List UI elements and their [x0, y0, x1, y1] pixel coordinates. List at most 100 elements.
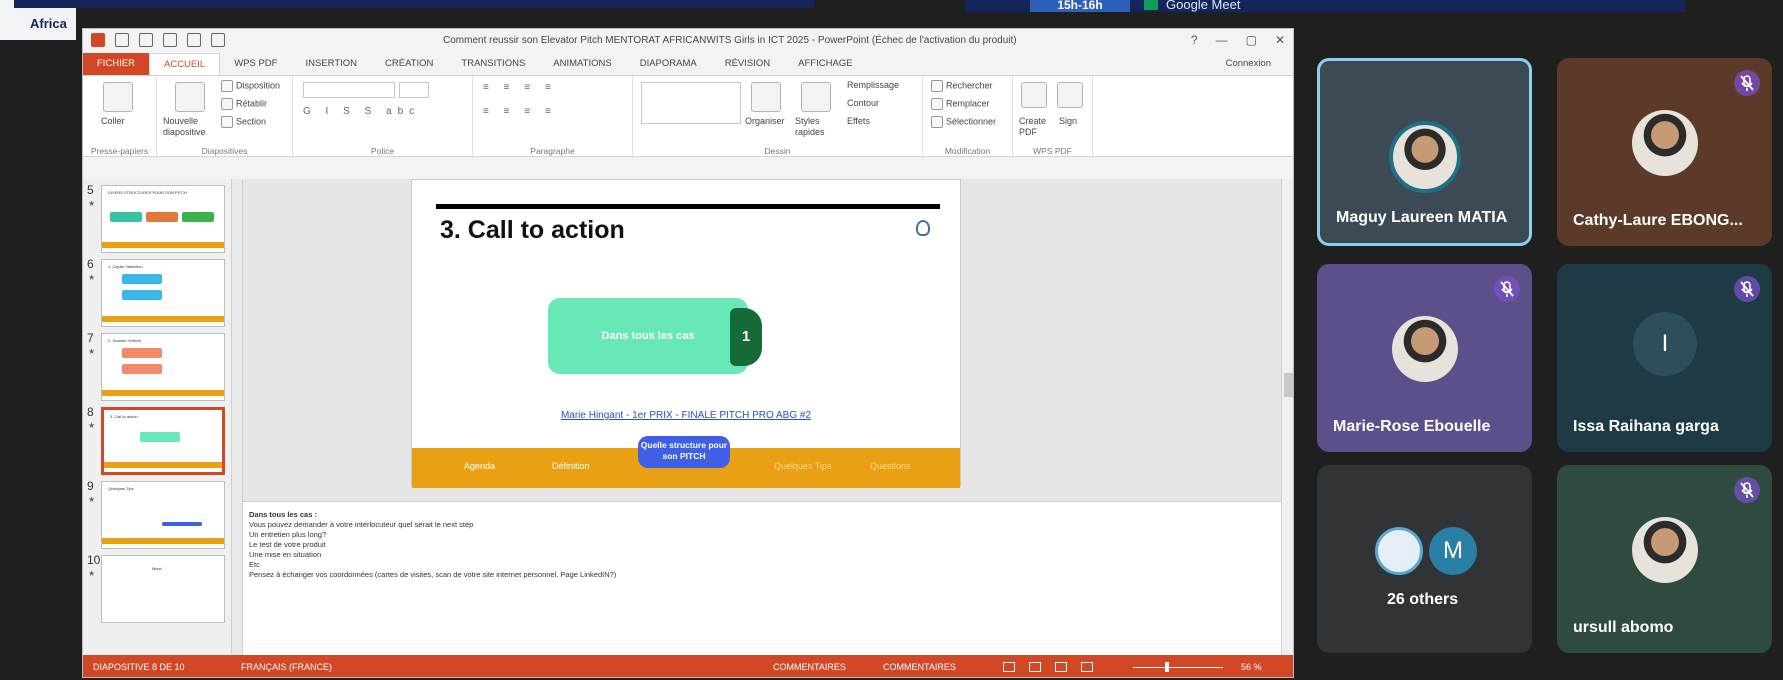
nav-active-pill[interactable]: Quelle structure pour son PITCH: [638, 436, 730, 468]
replace-button[interactable]: Remplacer: [931, 98, 990, 110]
thumbnails-scrollbar[interactable]: [231, 179, 242, 655]
close-button[interactable]: ✕: [1275, 33, 1285, 47]
notes-heading: Dans tous les cas :: [249, 510, 317, 519]
select-label: Sélectionner: [946, 116, 997, 127]
slide-thumbnail-5[interactable]: DIVERS STRUCTURES POUR SON PITCH: [101, 185, 225, 253]
slide-canvas[interactable]: 3. Call to action Dans tous les cas 1 Ma…: [411, 179, 961, 488]
thumb-title: DIVERS STRUCTURES POUR SON PITCH: [108, 190, 187, 195]
sign-button[interactable]: Sign: [1059, 116, 1077, 126]
tab-accueil[interactable]: ACCUEIL: [149, 53, 221, 75]
nav-agenda[interactable]: Agenda: [464, 461, 495, 471]
font-name-select[interactable]: [303, 82, 395, 98]
quick-styles-button[interactable]: Styles rapides: [795, 116, 839, 138]
muted-mic-icon: [1734, 477, 1760, 503]
tab-animations[interactable]: ANIMATIONS: [539, 53, 625, 75]
start-slideshow-icon[interactable]: [187, 33, 201, 47]
thumb-number: 6: [87, 257, 94, 271]
shapes-gallery[interactable]: [641, 82, 741, 124]
thumb-shape: [182, 212, 214, 222]
paste-button[interactable]: Coller: [101, 116, 125, 126]
normal-view-icon[interactable]: [1003, 662, 1015, 672]
slide-video-link[interactable]: Marie Hingant - 1er PRIX - FINALE PITCH …: [412, 410, 960, 421]
new-slide-button[interactable]: Nouvelle diapositive: [163, 116, 223, 138]
reading-view-icon[interactable]: [1055, 662, 1067, 672]
thumb-band: [102, 538, 224, 544]
minimize-button[interactable]: —: [1216, 33, 1228, 47]
nav-questions[interactable]: Questions: [870, 461, 911, 471]
zoom-knob[interactable]: [1165, 662, 1169, 672]
font-size-select[interactable]: [399, 82, 429, 98]
create-pdf-icon[interactable]: [1021, 82, 1047, 108]
section-button[interactable]: Section: [221, 116, 266, 128]
list-buttons[interactable]: ≡ ≡ ≡ ≡: [483, 82, 557, 93]
arrange-button[interactable]: Organiser: [745, 116, 785, 126]
ribbon-group-font: G I S S abc Police: [293, 76, 473, 158]
participant-name: Cathy-Laure EBONG...: [1573, 212, 1743, 229]
slide-scrollbar[interactable]: [1281, 179, 1293, 655]
participant-tile[interactable]: Maguy Laureen MATIA: [1317, 58, 1532, 246]
zoom-percent[interactable]: 56 %: [1241, 655, 1262, 677]
animation-star-icon: ★: [88, 495, 96, 504]
avatar: [1375, 527, 1423, 575]
nav-quelques-tips[interactable]: Quelques Tips: [774, 461, 832, 471]
arrange-icon[interactable]: [751, 82, 781, 112]
quick-styles-icon[interactable]: [801, 82, 831, 112]
slide-thumbnail-9[interactable]: Quelques Tips: [101, 481, 225, 549]
participant-tile[interactable]: ursull abomo: [1557, 465, 1772, 653]
slide-thumbnail-10[interactable]: Merci: [101, 555, 225, 623]
effects-button[interactable]: Effets: [847, 116, 870, 126]
new-file-icon[interactable]: [211, 33, 225, 47]
language-indicator[interactable]: FRANÇAIS (FRANCE): [241, 655, 332, 677]
participant-name: ursull abomo: [1573, 619, 1674, 636]
select-button[interactable]: Sélectionner: [931, 116, 996, 128]
nav-definition[interactable]: Définition: [552, 461, 590, 471]
slide-thumbnail-7[interactable]: 2. Susciter l'intérêt: [101, 333, 225, 401]
help-button[interactable]: ?: [1191, 33, 1198, 47]
create-pdf-button[interactable]: Create PDF: [1019, 116, 1053, 138]
section-label: Section: [236, 116, 267, 127]
slide-sorter-icon[interactable]: [1029, 662, 1041, 672]
align-buttons[interactable]: ≡ ≡ ≡ ≡: [483, 106, 557, 117]
font-format-buttons[interactable]: G I S S abc: [303, 106, 420, 117]
new-slide-icon[interactable]: [175, 82, 205, 112]
tab-affichage[interactable]: AFFICHAGE: [784, 53, 866, 75]
save-icon[interactable]: [115, 33, 129, 47]
maximize-button[interactable]: ▢: [1246, 33, 1257, 47]
participant-tile[interactable]: M 26 others: [1317, 465, 1532, 653]
comments-toggle[interactable]: COMMENTAIRES: [883, 655, 956, 677]
paste-icon[interactable]: [103, 82, 133, 112]
animation-star-icon: ★: [88, 421, 96, 430]
fill-button[interactable]: Remplissage: [847, 80, 899, 90]
group-label-clipboard: Presse-papiers: [90, 146, 149, 156]
group-label-paragraph: Paragraphe: [530, 146, 575, 156]
tab-fichier[interactable]: FICHIER: [83, 53, 149, 75]
speaker-notes[interactable]: Dans tous les cas : Vous pouvez demander…: [243, 501, 1281, 655]
undo-icon[interactable]: [139, 33, 153, 47]
tab-insertion[interactable]: INSERTION: [291, 53, 371, 75]
tab-transitions[interactable]: TRANSITIONS: [447, 53, 539, 75]
layout-button[interactable]: Disposition: [221, 80, 280, 92]
slide-card[interactable]: Dans tous les cas: [548, 298, 748, 374]
slide-thumbnail-8[interactable]: 3. Call to action: [101, 407, 225, 475]
reset-button[interactable]: Rétablir: [221, 98, 267, 110]
tab-diaporama[interactable]: DIAPORAMA: [626, 53, 711, 75]
connexion-link[interactable]: Connexion: [1226, 53, 1271, 75]
outline-button[interactable]: Contour: [847, 98, 879, 108]
tab-creation[interactable]: CRÉATION: [371, 53, 447, 75]
ribbon-tabs: FICHIER ACCUEIL WPS PDF INSERTION CRÉATI…: [83, 53, 1293, 75]
thumb-title: Quelques Tips: [108, 486, 134, 491]
view-buttons: [1003, 655, 1093, 672]
avatar-initial: M: [1429, 527, 1477, 575]
scroll-thumb[interactable]: [1284, 373, 1293, 397]
participant-tile[interactable]: I Issa Raihana garga: [1557, 264, 1772, 452]
tab-wps-pdf[interactable]: WPS PDF: [220, 53, 291, 75]
slide-thumbnail-6[interactable]: 1. Capter l'attention: [101, 259, 225, 327]
notes-toggle[interactable]: COMMENTAIRES: [773, 655, 846, 677]
slideshow-view-icon[interactable]: [1081, 662, 1093, 672]
participant-tile[interactable]: Marie-Rose Ebouelle: [1317, 264, 1532, 452]
find-button[interactable]: Rechercher: [931, 80, 993, 92]
tab-revision[interactable]: RÉVISION: [711, 53, 784, 75]
sign-icon[interactable]: [1057, 82, 1083, 108]
redo-icon[interactable]: [163, 33, 177, 47]
participant-tile[interactable]: Cathy-Laure EBONG...: [1557, 58, 1772, 246]
